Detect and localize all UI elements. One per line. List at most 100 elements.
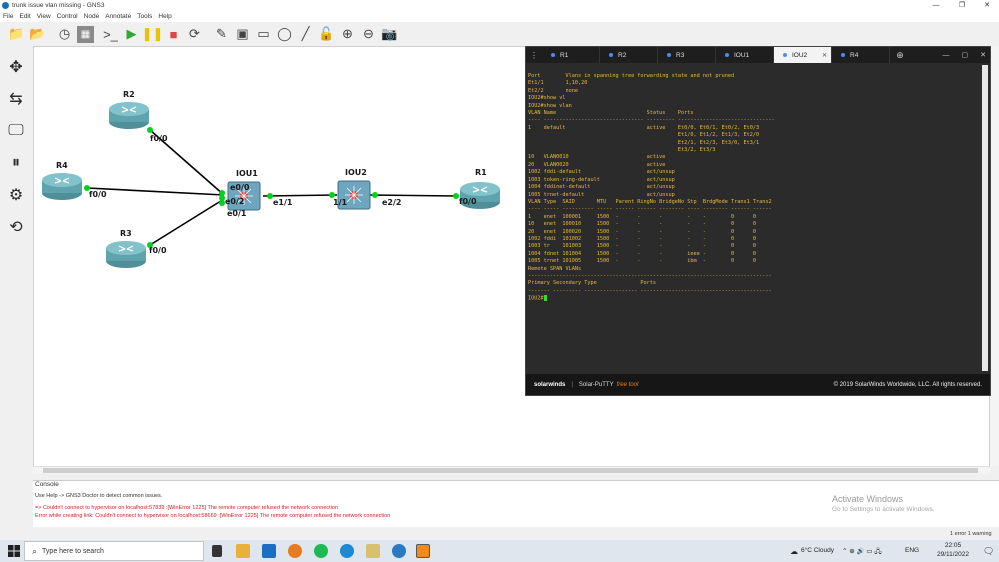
gns3-taskbar-icon[interactable] xyxy=(392,544,406,558)
clock-date[interactable]: 29/11/2022 xyxy=(931,551,975,558)
terminal-tab-r2[interactable]: R2 xyxy=(600,47,658,63)
terminal-tab-iou2[interactable]: IOU2 ✕ xyxy=(774,47,832,63)
show-interface-labels-icon[interactable]: ▦ xyxy=(77,25,94,43)
terminal-menu-icon[interactable]: ⋮ xyxy=(526,47,542,63)
tray-icons[interactable]: ⌃ ⊕ 🔊 ▭ 🖧 xyxy=(842,547,882,558)
close-tab-icon[interactable]: ✕ xyxy=(822,52,827,59)
terminal-close-icon[interactable]: ✕ xyxy=(980,51,986,59)
terminal-line: Et1/1 1,10,20 xyxy=(528,80,588,87)
terminal-scrollbar[interactable] xyxy=(982,65,988,371)
terminal-line: 1 enet 100001 1500 - - - - - 0 0 xyxy=(528,213,756,220)
terminal-tab-r1[interactable]: R1 xyxy=(542,47,600,63)
browse-all-devices-icon[interactable]: ⚙ xyxy=(5,184,27,206)
terminal-line: ----------------------------------------… xyxy=(528,272,772,279)
browse-routers-icon[interactable]: ✥ xyxy=(5,56,27,78)
router-r2-icon[interactable] xyxy=(109,102,149,129)
menu-edit[interactable]: Edit xyxy=(19,13,30,20)
new-project-icon[interactable]: 📁 xyxy=(8,26,25,43)
spotify-icon[interactable] xyxy=(314,544,328,558)
error-counter[interactable]: 1 error 1 warning xyxy=(950,531,992,537)
link-iou1-iou2[interactable] xyxy=(262,194,338,197)
console-all-icon[interactable]: >_ xyxy=(102,26,119,43)
close-button[interactable]: ✕ xyxy=(975,0,999,11)
terminal-footer: solarwinds | Solar-PuTTY free tool © 201… xyxy=(526,374,990,395)
canvas-horizontal-scrollbar[interactable] xyxy=(33,466,990,474)
activate-windows-watermark: Activate Windows xyxy=(832,494,904,504)
screenshot-icon[interactable]: 📷 xyxy=(381,26,398,43)
terminal-tab-bar: ⋮ R1 R2 R3 IOU1 IOU2 ✕ R4 ⊕ — ▢ ✕ xyxy=(526,47,990,63)
menu-file[interactable]: File xyxy=(3,13,13,20)
stop-all-icon[interactable]: ■ xyxy=(165,26,182,43)
link-r3-iou1[interactable] xyxy=(149,198,225,246)
terminal-output[interactable]: Port Vlans in spanning tree forwarding s… xyxy=(528,73,980,375)
terminal-line: 1005 trnet 101005 1500 - - - ibm - 0 0 xyxy=(528,258,756,265)
open-project-icon[interactable]: 📂 xyxy=(29,26,46,43)
add-note-icon[interactable]: ✎ xyxy=(213,26,230,43)
link-iou2-r1[interactable] xyxy=(369,194,457,197)
terminal-line: 1003 token-ring-default act/unsup xyxy=(528,176,675,183)
solar-putty-taskbar-icon[interactable] xyxy=(416,544,430,558)
terminal-line: 1005 trnet-default act/unsup xyxy=(528,191,675,198)
terminal-tab-r4[interactable]: R4 xyxy=(832,47,890,63)
new-tab-icon[interactable]: ⊕ xyxy=(890,50,910,61)
device-dock: ✥ ⇆ 🖵 ⏸ ⚙ ⟲ xyxy=(0,48,32,468)
terminal-line: Et2/1, Et2/3, Et3/0, Et3/1 xyxy=(528,139,760,146)
app-icon[interactable] xyxy=(366,544,380,558)
file-explorer-icon[interactable] xyxy=(236,544,250,558)
terminal-line: ---- -------------------------------- --… xyxy=(528,117,775,124)
terminal-prompt-line[interactable]: IOU2# xyxy=(528,295,980,303)
menu-tools[interactable]: Tools xyxy=(137,13,152,20)
terminal-line: 1004 fdnet 101004 1500 - - - ieee - 0 0 xyxy=(528,250,756,257)
menu-control[interactable]: Control xyxy=(57,13,78,20)
node-label-r3: R3 xyxy=(120,229,132,238)
router-r3-icon[interactable] xyxy=(106,241,146,268)
browse-end-devices-icon[interactable]: 🖵 xyxy=(5,120,27,142)
interface-label-r3-f00: f0/0 xyxy=(149,246,167,255)
interface-label-r4-f00: f0/0 xyxy=(89,190,107,199)
menu-annotate[interactable]: Annotate xyxy=(105,13,131,20)
solar-putty-window: ⋮ R1 R2 R3 IOU1 IOU2 ✕ R4 ⊕ — ▢ ✕ Port Vl… xyxy=(525,46,991,396)
draw-line-icon[interactable]: ╱ xyxy=(297,26,314,43)
lock-items-icon[interactable]: 🔓 xyxy=(318,26,335,43)
zoom-out-icon[interactable]: ⊖ xyxy=(360,26,377,43)
taskbar-search-box[interactable]: ⌕ Type here to search xyxy=(24,541,204,561)
start-all-icon[interactable]: ▶ xyxy=(123,26,140,43)
terminal-minimize-icon[interactable]: — xyxy=(943,52,950,59)
menu-view[interactable]: View xyxy=(37,13,51,20)
language-indicator[interactable]: ENG xyxy=(905,547,919,554)
notification-icon[interactable]: 🗨 xyxy=(983,546,994,557)
edge-icon[interactable] xyxy=(340,544,354,558)
gns3-window: trunk issue vlan missing - GNS3 — ❐ ✕ Fi… xyxy=(0,0,999,562)
menu-node[interactable]: Node xyxy=(84,13,100,20)
router-r4-icon[interactable] xyxy=(42,173,82,200)
blender-icon[interactable] xyxy=(288,544,302,558)
terminal-tab-iou1[interactable]: IOU1 xyxy=(716,47,774,63)
browse-security-devices-icon[interactable]: ⏸ xyxy=(5,152,27,174)
draw-ellipse-icon[interactable]: ◯ xyxy=(276,26,293,43)
reload-all-icon[interactable]: ⟳ xyxy=(186,26,203,43)
draw-rectangle-icon[interactable]: ▭ xyxy=(255,26,272,43)
menu-help[interactable]: Help xyxy=(158,13,171,20)
task-view-icon[interactable] xyxy=(212,545,222,557)
windows-start-icon[interactable] xyxy=(8,545,20,557)
browse-switches-icon[interactable]: ⇆ xyxy=(5,88,27,110)
clock-time[interactable]: 22:05 xyxy=(934,542,972,549)
canvas-vertical-scrollbar[interactable] xyxy=(990,46,999,466)
terminal-tab-r3[interactable]: R3 xyxy=(658,47,716,63)
weather-text[interactable]: 6°C Cloudy xyxy=(801,547,834,554)
maximize-button[interactable]: ❐ xyxy=(950,0,974,11)
interface-label-iou1-e01: e0/1 xyxy=(227,209,247,218)
insert-picture-icon[interactable]: ▣ xyxy=(234,26,251,43)
snapshot-clock-icon[interactable]: ◷ xyxy=(56,26,73,43)
store-icon[interactable] xyxy=(262,544,276,558)
terminal-maximize-icon[interactable]: ▢ xyxy=(962,51,969,59)
terminal-line: Remote SPAN VLANs xyxy=(528,265,582,272)
scrollbar-thumb[interactable] xyxy=(43,468,978,473)
tab-status-dot xyxy=(667,53,671,57)
suspend-all-icon[interactable]: ❚❚ xyxy=(142,26,164,43)
minimize-button[interactable]: — xyxy=(924,0,948,11)
link-r4-iou1[interactable] xyxy=(86,187,225,196)
add-link-icon[interactable]: ⟲ xyxy=(5,216,27,238)
node-label-r4: R4 xyxy=(56,161,68,170)
zoom-in-icon[interactable]: ⊕ xyxy=(339,26,356,43)
